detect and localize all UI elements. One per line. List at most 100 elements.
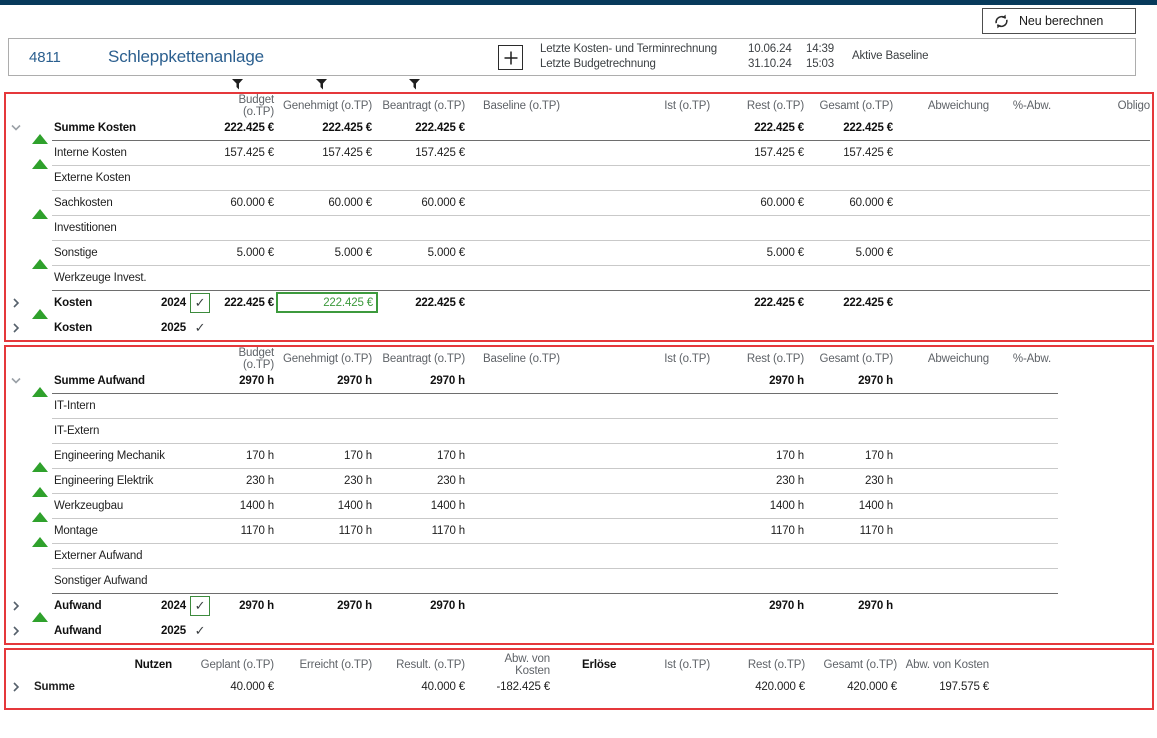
status-cell <box>26 147 52 159</box>
chevron-right-icon[interactable] <box>10 600 22 612</box>
expander-cell[interactable] <box>6 600 26 612</box>
column-header: Rest (o.TP) <box>712 353 806 365</box>
cell-gesamt: 222.425 € <box>806 297 895 309</box>
column-header-abw_von_kosten2: Abw. von Kosten <box>899 659 991 671</box>
last-budget-calc-date: 31.10.24 <box>748 57 806 72</box>
row-label: Kosten <box>52 297 152 309</box>
table-row[interactable]: IT-Extern <box>6 418 1152 443</box>
cell-beantragt: 222.425 € <box>374 122 467 134</box>
row-label: Werkzeugbau <box>52 500 152 512</box>
filter-funnel-icon[interactable] <box>408 79 421 93</box>
cell-beantragt: 170 h <box>374 450 467 462</box>
row-label: Externe Kosten <box>52 172 152 184</box>
cell-gesamt: 5.000 € <box>806 247 895 259</box>
row-year: 2024 <box>152 297 190 309</box>
cell-budget: 5.000 € <box>222 247 276 259</box>
table-row[interactable]: Werkzeugbau1400 h1400 h1400 h1400 h1400 … <box>6 493 1152 518</box>
column-header-row: NutzenGeplant (o.TP)Erreicht (o.TP)Resul… <box>6 653 1152 675</box>
cell-rest: 1400 h <box>712 500 806 512</box>
row-label: Kosten <box>52 322 152 334</box>
cell-rest: 170 h <box>712 450 806 462</box>
table-row[interactable]: Engineering Elektrik230 h230 h230 h230 h… <box>6 468 1152 493</box>
table-row[interactable]: Investitionen <box>6 215 1152 240</box>
expander-cell[interactable] <box>6 625 26 637</box>
table-row[interactable]: Montage1170 h1170 h1170 h1170 h1170 h <box>6 518 1152 543</box>
last-cost-calc-date: 10.06.24 <box>748 42 806 57</box>
status-cell <box>26 525 52 537</box>
table-row[interactable]: Werkzeuge Invest. <box>6 265 1152 290</box>
table-row[interactable]: Summe40.000 €40.000 €-182.425 €420.000 €… <box>6 675 1152 699</box>
genehmigt-input[interactable]: 222.425 € <box>276 292 378 313</box>
row-year: 2025 <box>152 625 190 637</box>
filter-funnel-icon[interactable] <box>231 79 244 93</box>
table-row[interactable]: Sonstige5.000 €5.000 €5.000 €5.000 €5.00… <box>6 240 1152 265</box>
table-row[interactable]: Engineering Mechanik170 h170 h170 h170 h… <box>6 443 1152 468</box>
row-label: Summe Kosten <box>52 122 152 134</box>
last-cost-calc-label: Letzte Kosten- und Terminrechnung <box>540 42 748 57</box>
table-row[interactable]: Kosten2025✓ <box>6 315 1152 340</box>
cell-rest: 2970 h <box>712 375 806 387</box>
table-row[interactable]: Sonstiger Aufwand <box>6 568 1152 593</box>
row-label: Summe Aufwand <box>52 375 152 387</box>
expander-cell[interactable] <box>6 375 26 387</box>
cell-beantragt: 157.425 € <box>374 147 467 159</box>
cell-rest: 230 h <box>712 475 806 487</box>
cell-budget: 2970 h <box>222 600 276 612</box>
table-row[interactable]: Summe Aufwand2970 h2970 h2970 h2970 h297… <box>6 368 1152 393</box>
summe-wrap: NutzenGeplant (o.TP)Erreicht (o.TP)Resul… <box>6 650 1152 708</box>
table-row[interactable]: IT-Intern <box>6 393 1152 418</box>
row-label: Investitionen <box>52 222 152 234</box>
column-filter-row <box>0 78 1157 92</box>
year-checkbox[interactable]: ✓ <box>190 293 210 313</box>
column-header: Genehmigt (o.TP) <box>276 100 374 112</box>
table-row[interactable]: Sachkosten60.000 €60.000 €60.000 €60.000… <box>6 190 1152 215</box>
recalculate-button[interactable]: Neu berechnen <box>982 8 1136 34</box>
table-row[interactable]: Aufwand2024✓2970 h2970 h2970 h2970 h2970… <box>6 593 1152 618</box>
column-header-row: Budget (o.TP)Genehmigt (o.TP)Beantragt (… <box>6 347 1152 368</box>
year-checkbox[interactable]: ✓ <box>190 596 210 616</box>
filter-funnel-icon[interactable] <box>315 79 328 93</box>
expander-cell[interactable] <box>6 297 26 309</box>
last-calculation-info: Letzte Kosten- und Terminrechnung 10.06.… <box>540 42 846 72</box>
cell-gesamt: 230 h <box>806 475 895 487</box>
table-row[interactable]: Summe Kosten222.425 €222.425 €222.425 €2… <box>6 115 1152 140</box>
row-label: Aufwand <box>52 600 152 612</box>
checkbox-cell[interactable]: ✓ <box>190 293 222 313</box>
chevron-down-icon[interactable] <box>10 375 22 387</box>
year-checkmark-icon[interactable]: ✓ <box>190 621 210 641</box>
column-header: Rest (o.TP) <box>712 100 806 112</box>
expander-cell[interactable] <box>6 122 26 134</box>
cell-budget: 230 h <box>222 475 276 487</box>
cell-gesamt: 1400 h <box>806 500 895 512</box>
table-row[interactable]: Externe Kosten <box>6 165 1152 190</box>
cell-gesamt: 1170 h <box>806 525 895 537</box>
status-cell <box>26 475 52 487</box>
expander-cell[interactable] <box>6 681 26 693</box>
row-label: Aufwand <box>52 625 152 637</box>
table-row[interactable]: Aufwand2025✓ <box>6 618 1152 643</box>
year-checkmark-icon[interactable]: ✓ <box>190 318 210 338</box>
chevron-right-icon[interactable] <box>10 297 22 309</box>
cell-beantragt: 2970 h <box>374 375 467 387</box>
checkbox-cell[interactable]: ✓ <box>190 596 222 616</box>
chevron-right-icon[interactable] <box>10 322 22 334</box>
column-header: Baseline (o.TP) <box>467 100 562 112</box>
expander-cell[interactable] <box>6 322 26 334</box>
column-header: Baseline (o.TP) <box>467 353 562 365</box>
chevron-right-icon[interactable] <box>10 625 22 637</box>
checkbox-cell[interactable]: ✓ <box>190 318 222 338</box>
expand-plus-button[interactable] <box>498 45 523 70</box>
column-header: Ist (o.TP) <box>562 100 712 112</box>
refresh-icon <box>993 13 1010 30</box>
table-row[interactable]: Externer Aufwand <box>6 543 1152 568</box>
top-navy-bar <box>0 0 1157 5</box>
row-label: IT-Intern <box>52 400 152 412</box>
chevron-right-icon[interactable] <box>10 681 22 693</box>
table-row[interactable]: Interne Kosten157.425 €157.425 €157.425 … <box>6 140 1152 165</box>
chevron-down-icon[interactable] <box>10 122 22 134</box>
checkbox-cell[interactable]: ✓ <box>190 621 222 641</box>
cell-genehmigt: 5.000 € <box>276 247 374 259</box>
column-header-geplant: Geplant (o.TP) <box>174 659 276 671</box>
table-row[interactable]: Kosten2024✓222.425 €222.425 €222.425 €22… <box>6 290 1152 315</box>
cell-budget: 1400 h <box>222 500 276 512</box>
